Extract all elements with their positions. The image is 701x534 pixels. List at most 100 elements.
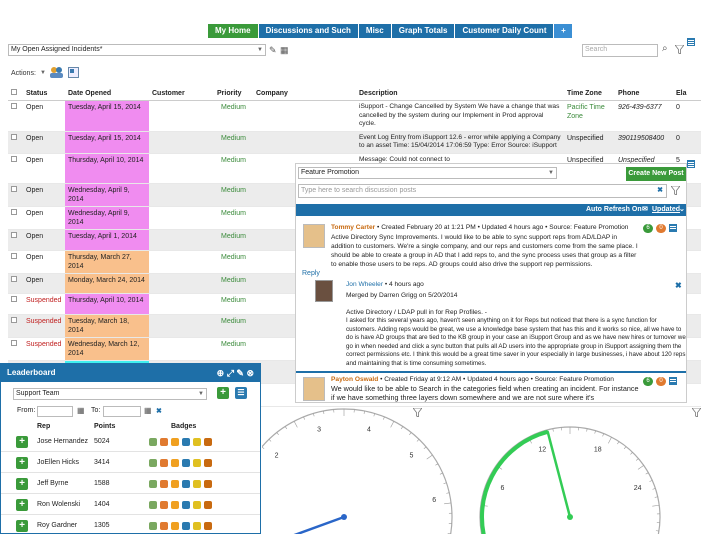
tab-misc[interactable]: Misc [358, 24, 392, 38]
auto-refresh-toggle[interactable]: Auto Refresh On [586, 206, 642, 213]
row-checkbox[interactable] [11, 209, 17, 215]
expand-rep-button[interactable]: + [16, 436, 28, 448]
cell-time-zone: Unspecified [564, 131, 615, 154]
badge-icon [193, 501, 201, 509]
leaderboard-row[interactable]: + Ron Wolenski 1404 [1, 495, 260, 515]
add-button[interactable]: + [217, 387, 229, 399]
tab-my-home[interactable]: My Home [208, 24, 259, 38]
badge-icon [160, 522, 168, 530]
table-row[interactable]: Open Tuesday, April 15, 2014 Medium Event L… [8, 131, 701, 154]
incident-view-select[interactable]: My Open Assigned Incidents* ▼ [8, 44, 266, 56]
vote-up-badge[interactable]: 6 [643, 377, 653, 386]
gauge-arc [262, 408, 453, 534]
calendar-icon[interactable]: ▦ [280, 45, 289, 55]
list-icon[interactable]: ☰ [235, 387, 247, 399]
clear-dates-icon[interactable]: ✖ [156, 407, 162, 415]
incident-search-input[interactable]: Search [582, 44, 658, 57]
col-time-zone[interactable]: Time Zone [564, 87, 615, 101]
list-icon[interactable] [687, 160, 695, 168]
cell-customer [149, 337, 214, 362]
badge-icon [182, 480, 190, 488]
gauge-tick [262, 446, 265, 450]
rep-points: 3414 [94, 459, 110, 466]
vote-up-badge[interactable]: 6 [643, 224, 653, 233]
post-menu-icon[interactable] [669, 224, 677, 232]
actions-dropdown-icon[interactable]: ▼ [40, 70, 46, 76]
badge-icon [171, 522, 179, 530]
top-tab-bar: My Home Discussions and Such Misc Graph … [208, 24, 573, 38]
export-icon[interactable] [68, 67, 79, 78]
reply-link[interactable]: Reply [302, 270, 320, 277]
filter-icon[interactable] [670, 185, 681, 197]
calendar-icon[interactable]: ▦ [77, 406, 85, 415]
row-checkbox[interactable] [11, 155, 17, 162]
row-checkbox[interactable] [11, 275, 17, 282]
gauge-tick [383, 416, 385, 420]
reply-author[interactable]: Jon Wheeler [346, 281, 383, 288]
row-checkbox[interactable] [11, 133, 17, 140]
badge-icon [182, 438, 190, 446]
discussion-search-placeholder: Type here to search discussion posts [301, 187, 417, 194]
leaderboard-row[interactable]: + Roy Gardner 1305 [1, 516, 260, 534]
calendar-icon[interactable]: ▦ [144, 406, 152, 415]
row-checkbox[interactable] [11, 340, 17, 347]
col-customer[interactable]: Customer [149, 87, 214, 101]
col-date-opened[interactable]: Date Opened [65, 87, 149, 101]
col-description[interactable]: Description [356, 87, 564, 101]
team-select[interactable]: Support Team ▼ [13, 388, 207, 400]
discussion-search-input[interactable]: Type here to search discussion posts ✖ [298, 184, 667, 198]
users-icon[interactable] [50, 66, 63, 78]
row-checkbox[interactable] [11, 103, 17, 109]
clear-search-icon[interactable]: ✖ [657, 185, 663, 197]
post-menu-icon[interactable] [669, 377, 677, 385]
tab-graph-totals[interactable]: Graph Totals [391, 24, 456, 38]
create-new-post-button[interactable]: Create New Post [626, 167, 686, 181]
rep-points: 1305 [94, 522, 110, 529]
badge-icon [204, 459, 212, 467]
row-checkbox[interactable] [11, 232, 17, 238]
list-icon[interactable] [687, 38, 695, 46]
leaderboard-row[interactable]: + JoEllen Hicks 3414 [1, 453, 260, 473]
expand-rep-button[interactable]: + [16, 520, 28, 532]
leaderboard-row[interactable]: + Jose Hernandez 5024 [1, 432, 260, 452]
table-row[interactable]: Open Tuesday, April 15, 2014 Medium iSuppor… [8, 100, 701, 132]
discussion-filter-select[interactable]: Feature Promotion ▼ [298, 167, 557, 179]
to-date-input[interactable] [103, 406, 141, 417]
from-date-input[interactable] [37, 406, 73, 417]
cell-customer [149, 293, 214, 316]
cell-priority: Medium [214, 100, 253, 132]
row-checkbox[interactable] [11, 252, 17, 259]
updated-sort[interactable]: Updated [652, 206, 680, 213]
header-tool-icons[interactable]: ⊕ ⤢ ✎ ⊗ [217, 364, 254, 382]
search-icon[interactable]: ⌕ [662, 44, 668, 54]
filter-icon[interactable] [674, 44, 685, 56]
tab-discussions[interactable]: Discussions and Such [258, 24, 359, 38]
row-checkbox[interactable] [11, 186, 17, 192]
close-icon[interactable]: ✖ [675, 281, 682, 290]
select-all-checkbox[interactable] [11, 89, 17, 95]
col-priority[interactable]: Priority [214, 87, 253, 101]
leaderboard-row[interactable]: + Jeff Byrne 1588 [1, 474, 260, 494]
chevron-down-icon[interactable]: ⌄ [679, 205, 685, 213]
tab-customer-daily-count[interactable]: Customer Daily Count [455, 24, 555, 38]
expand-rep-button[interactable]: + [16, 457, 28, 469]
add-tab-button[interactable]: + [554, 24, 573, 38]
post-author[interactable]: Payton Oswald [331, 376, 378, 383]
col-elapsed[interactable]: Ela [673, 87, 701, 101]
vote-down-badge[interactable]: 0 [656, 377, 666, 386]
post-author[interactable]: Tommy Carter [331, 224, 375, 231]
gauge-charts: 1234560612182430 [262, 408, 661, 534]
col-status[interactable]: Status [23, 87, 65, 101]
edit-icon[interactable]: ✎ [269, 45, 277, 55]
vote-down-badge[interactable]: 0 [656, 224, 666, 233]
cell-customer [149, 153, 214, 184]
expand-rep-button[interactable]: + [16, 478, 28, 490]
expand-rep-button[interactable]: + [16, 499, 28, 511]
row-checkbox[interactable] [11, 296, 17, 303]
col-company[interactable]: Company [253, 87, 356, 101]
cell-priority: Medium [214, 293, 253, 316]
cell-date-opened: Thursday, April 10, 2014 [65, 153, 149, 184]
col-phone[interactable]: Phone [615, 87, 673, 101]
mail-icon[interactable]: ✉ [642, 205, 648, 213]
row-checkbox[interactable] [11, 317, 17, 324]
